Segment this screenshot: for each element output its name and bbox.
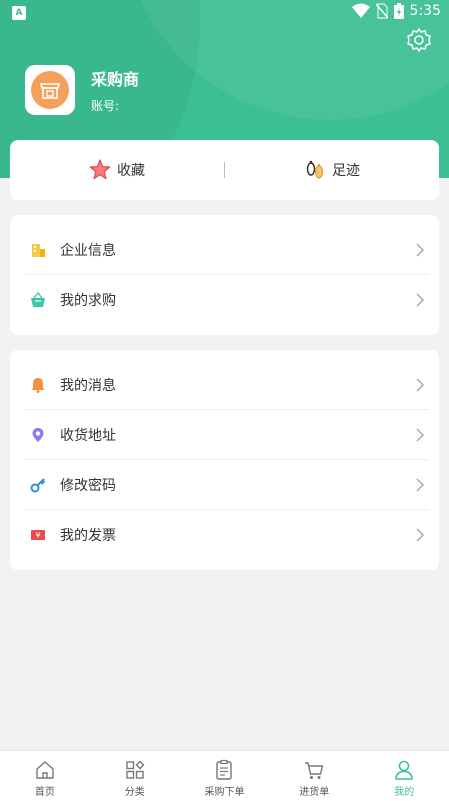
footprint-label: 足迹 xyxy=(332,163,360,179)
tab-label: 进货单 xyxy=(299,787,330,798)
key-icon xyxy=(30,478,46,493)
tab-label: 分类 xyxy=(124,787,145,798)
bell-icon xyxy=(31,378,45,393)
menu-group-2: 我的消息 收货地址 修改密码 ¥ 我的发票 xyxy=(10,350,439,570)
tab-mine[interactable]: 我的 xyxy=(359,751,449,801)
menu-item-messages[interactable]: 我的消息 xyxy=(10,360,439,410)
tab-category[interactable]: 分类 xyxy=(90,751,180,801)
tab-label: 我的 xyxy=(394,787,415,798)
chevron-right-icon xyxy=(416,478,425,492)
menu-item-my-requests[interactable]: 我的求购 xyxy=(10,275,439,325)
menu-item-label: 修改密码 xyxy=(60,478,116,494)
menu-item-label: 我的求购 xyxy=(60,293,116,309)
tab-home[interactable]: 首页 xyxy=(0,751,90,801)
username: 采购商 xyxy=(91,70,140,89)
battery-icon xyxy=(393,3,404,19)
star-icon xyxy=(89,159,111,180)
avatar[interactable] xyxy=(25,65,75,115)
menu-item-label: 我的发票 xyxy=(60,528,116,544)
chevron-right-icon xyxy=(416,243,425,257)
menu-item-label: 收货地址 xyxy=(60,428,116,444)
favorites-label: 收藏 xyxy=(117,163,145,179)
settings-gear-icon[interactable] xyxy=(406,27,432,53)
quick-links-card: 收藏 足迹 xyxy=(10,140,439,200)
category-icon xyxy=(125,760,145,779)
menu-item-label: 企业信息 xyxy=(60,243,116,259)
building-icon xyxy=(32,244,45,257)
invoice-icon: ¥ xyxy=(31,530,45,540)
chevron-right-icon xyxy=(416,428,425,442)
footprint-button[interactable]: 足迹 xyxy=(225,140,439,200)
status-bar: A 5:35 xyxy=(0,0,449,24)
bottom-tab-bar: 首页 分类 采购下单 进货单 我的 xyxy=(0,750,449,801)
chevron-right-icon xyxy=(416,528,425,542)
footprint-icon xyxy=(306,160,324,179)
user-icon xyxy=(395,760,413,780)
menu-group-1: 企业信息 我的求购 xyxy=(10,215,439,335)
clipboard-icon xyxy=(216,759,233,780)
location-pin-icon xyxy=(32,428,44,442)
menu-item-company-info[interactable]: 企业信息 xyxy=(10,225,439,275)
tab-label: 采购下单 xyxy=(204,787,245,798)
account-label: 账号: xyxy=(91,99,120,113)
status-time: 5:35 xyxy=(409,3,441,19)
menu-item-change-password[interactable]: 修改密码 xyxy=(10,460,439,510)
chevron-right-icon xyxy=(416,378,425,392)
no-sim-icon xyxy=(375,3,388,19)
home-icon xyxy=(36,761,54,779)
tab-cart[interactable]: 进货单 xyxy=(269,751,359,801)
tab-purchase-order[interactable]: 采购下单 xyxy=(180,751,270,801)
favorites-button[interactable]: 收藏 xyxy=(10,140,224,200)
wifi-icon xyxy=(351,3,370,18)
menu-item-address[interactable]: 收货地址 xyxy=(10,410,439,460)
svg-text:¥: ¥ xyxy=(35,531,40,540)
menu-item-label: 我的消息 xyxy=(60,378,116,394)
shop-icon xyxy=(39,83,61,99)
menu-item-invoice[interactable]: ¥ 我的发票 xyxy=(10,510,439,560)
notification-icon: A xyxy=(12,6,26,20)
basket-icon xyxy=(31,292,45,307)
chevron-right-icon xyxy=(416,293,425,307)
cart-icon xyxy=(305,762,324,779)
tab-label: 首页 xyxy=(34,787,55,798)
